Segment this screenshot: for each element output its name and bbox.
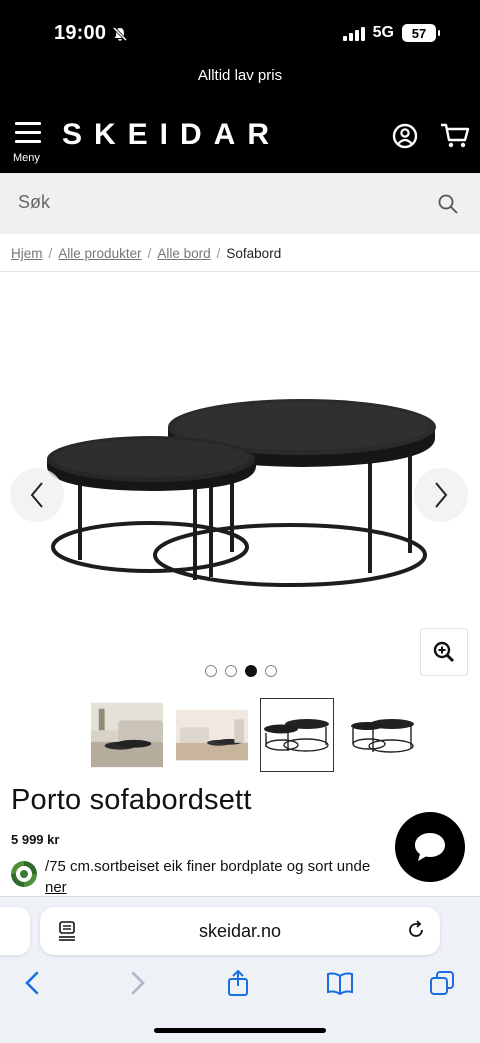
divider <box>0 271 480 272</box>
thumbnail-image <box>264 719 329 752</box>
product-main-image[interactable] <box>40 395 440 595</box>
bookmarks-icon[interactable] <box>326 969 354 997</box>
gallery-dot[interactable] <box>225 665 237 677</box>
thumbnail-strip <box>90 698 419 772</box>
promo-banner: Alltid lav pris <box>197 67 283 84</box>
search-input[interactable]: Søk <box>18 192 50 213</box>
status-indicators: 5G 57 <box>342 24 440 42</box>
breadcrumb-separator: / <box>147 246 152 261</box>
gallery-dot[interactable] <box>265 665 277 677</box>
gallery-next-button[interactable] <box>414 468 468 522</box>
share-icon[interactable] <box>224 969 252 997</box>
hamburger-icon-line <box>15 140 41 143</box>
chevron-right-icon <box>435 482 448 508</box>
account-icon[interactable] <box>391 122 419 150</box>
address-bar[interactable]: skeidar.no <box>40 907 440 955</box>
eco-recycle-icon <box>9 859 39 889</box>
status-time: 19:00 <box>54 22 107 44</box>
chat-bubble-icon <box>415 833 445 861</box>
thumbnail-1[interactable] <box>90 698 164 772</box>
thumbnail-4[interactable] <box>345 698 419 772</box>
breadcrumb-link-home[interactable]: Hjem <box>11 246 43 261</box>
search-bar[interactable]: Søk <box>0 173 480 234</box>
menu-label: Meny <box>13 152 40 164</box>
back-icon[interactable] <box>20 969 48 997</box>
thumbnail-image <box>91 702 163 768</box>
gallery-pagination <box>205 665 277 677</box>
breadcrumb: Hjem / Alle produkter / Alle bord / Sofa… <box>11 246 281 261</box>
thumbnail-3-selected[interactable] <box>260 698 334 772</box>
hamburger-icon <box>15 122 41 125</box>
breadcrumb-separator: / <box>216 246 221 261</box>
previous-tab-preview[interactable] <box>0 907 30 955</box>
tabs-icon[interactable] <box>428 969 456 997</box>
gallery-dot-active[interactable] <box>245 665 257 677</box>
silent-bell-icon <box>112 26 128 42</box>
breadcrumb-link-all-products[interactable]: Alle produkter <box>58 246 141 261</box>
cart-icon[interactable] <box>440 122 470 150</box>
browser-bottom-bar: skeidar.no <box>0 896 480 1043</box>
thumbnail-image <box>351 719 414 753</box>
breadcrumb-link-all-tables[interactable]: Alle bord <box>157 246 210 261</box>
signal-icon <box>342 25 365 41</box>
product-price: 5 999 kr <box>11 832 60 847</box>
zoom-in-icon <box>433 641 455 663</box>
description-read-more-link[interactable]: ner <box>45 879 67 896</box>
search-icon[interactable] <box>438 194 458 214</box>
home-indicator <box>154 1028 326 1033</box>
breadcrumb-separator: / <box>48 246 53 261</box>
menu-button[interactable]: Meny <box>12 122 46 164</box>
url-text: skeidar.no <box>198 921 282 941</box>
top-header: 19:00 5G 57 Alltid lav pris Meny SKEIDAR <box>0 0 480 173</box>
gallery-prev-button[interactable] <box>10 468 64 522</box>
reload-icon[interactable] <box>406 920 426 940</box>
forward-icon[interactable] <box>122 969 150 997</box>
thumbnail-2[interactable] <box>175 698 249 772</box>
thumbnail-image <box>176 709 248 761</box>
zoom-button[interactable] <box>420 628 468 676</box>
battery-icon: 57 <box>402 24 440 42</box>
chat-button[interactable] <box>395 812 465 882</box>
brand-logo[interactable]: SKEIDAR <box>62 118 281 152</box>
product-title: Porto sofabordsett <box>11 784 252 816</box>
gallery-dot[interactable] <box>205 665 217 677</box>
network-type: 5G <box>372 24 394 41</box>
hamburger-icon-line <box>15 131 41 134</box>
breadcrumb-current: Sofabord <box>226 246 282 261</box>
chevron-left-icon <box>30 482 43 508</box>
